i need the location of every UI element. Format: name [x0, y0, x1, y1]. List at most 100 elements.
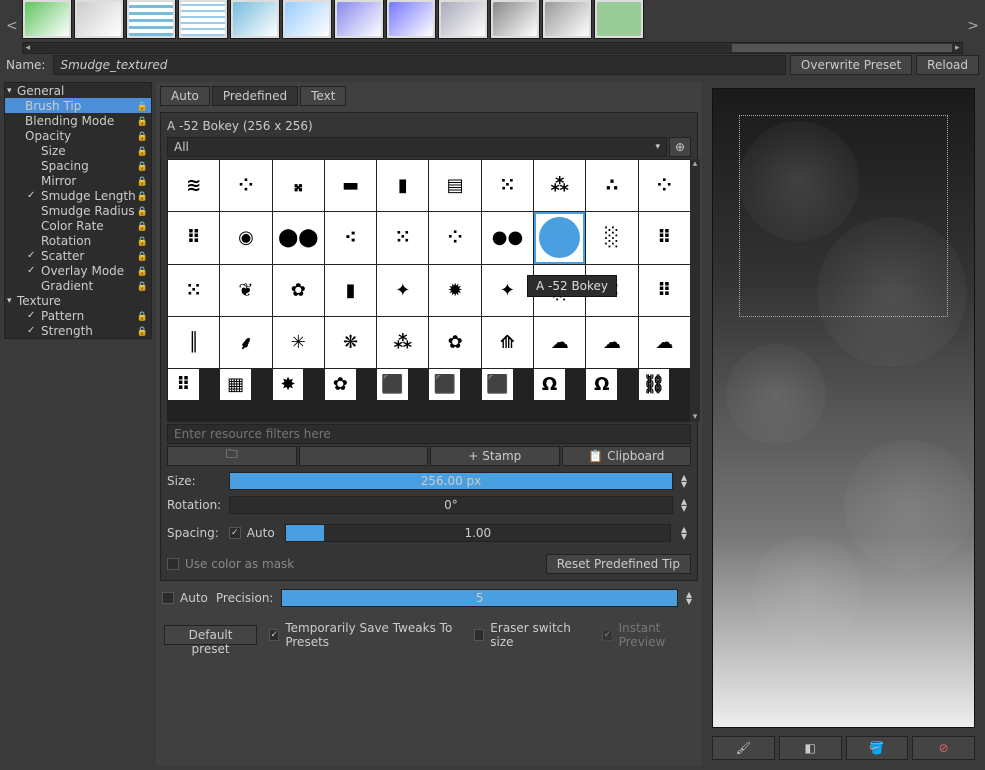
preset-thumb[interactable] — [542, 0, 592, 39]
brush-tip-cell[interactable]: ⠿ — [639, 265, 690, 316]
default-preset-button[interactable]: Default preset — [164, 625, 257, 645]
brush-tip-cell[interactable]: ⁖ — [325, 212, 376, 263]
brush-tip-cell[interactable]: ⁙ — [586, 265, 637, 316]
scroll-left-icon[interactable]: ◂ — [23, 43, 33, 53]
brush-tip-cell[interactable]: ⬛ — [482, 369, 513, 400]
brush-tip-cell[interactable]: ☁ — [534, 317, 585, 368]
brush-tip-cell[interactable]: ●● — [482, 212, 533, 263]
sidebar-item-rotation[interactable]: Rotation🔒 — [5, 233, 151, 248]
clipboard-button[interactable]: 📋Clipboard — [562, 446, 692, 466]
use-color-mask-check[interactable]: Use color as mask — [167, 557, 294, 571]
reload-button[interactable]: Reload — [916, 55, 979, 75]
brush-tip-cell[interactable]: ✿ — [429, 317, 480, 368]
brush-tip-cell[interactable]: ✦ — [482, 265, 533, 316]
grid-scrollbar[interactable]: ▴ ▾ — [690, 159, 700, 422]
sidebar-item-overlay-mode[interactable]: Overlay Mode🔒 — [5, 263, 151, 278]
scroll-up-icon[interactable]: ▴ — [690, 159, 700, 169]
preset-thumb[interactable] — [386, 0, 436, 39]
precision-slider[interactable]: 5 — [281, 589, 678, 607]
sidebar-item-mirror[interactable]: Mirror🔒 — [5, 173, 151, 188]
preset-scrollbar[interactable]: ◂ ▸ — [22, 42, 964, 54]
spacing-auto-check[interactable]: Auto — [229, 526, 275, 540]
spacing-slider[interactable]: 1.00 — [285, 524, 671, 542]
brush-tip-cell[interactable]: ⁘ — [429, 212, 480, 263]
brush-tip-cell[interactable]: ✿ — [325, 369, 356, 400]
brush-tip-cell[interactable]: ░ — [534, 265, 585, 316]
brush-tip-cell[interactable]: ║ — [168, 317, 219, 368]
brush-tip-cell[interactable]: ✿ — [273, 265, 324, 316]
temp-save-check[interactable]: Temporarily Save Tweaks To Presets — [269, 621, 462, 649]
sidebar-item-spacing[interactable]: Spacing🔒 — [5, 158, 151, 173]
brush-tip-cell[interactable]: ⁘ — [639, 160, 690, 211]
brush-tip-cell[interactable]: ⁂ — [377, 317, 428, 368]
overwrite-preset-button[interactable]: Overwrite Preset — [790, 55, 912, 75]
spacing-spinner[interactable]: ▴▾ — [681, 526, 691, 540]
sidebar-item-opacity[interactable]: Opacity🔒 — [5, 128, 151, 143]
brush-tip-cell[interactable]: ▤ — [429, 160, 480, 211]
brush-tip-cell[interactable]: 𝄪 — [273, 160, 324, 211]
preset-thumb[interactable] — [230, 0, 280, 39]
stamp-button[interactable]: +Stamp — [430, 446, 560, 466]
brush-tip-cell[interactable]: ◉ — [220, 212, 271, 263]
reset-predefined-tip-button[interactable]: Reset Predefined Tip — [546, 554, 691, 574]
preset-thumb[interactable] — [282, 0, 332, 39]
sidebar-item-color-rate[interactable]: Color Rate🔒 — [5, 218, 151, 233]
next-preset-button[interactable]: > — [967, 18, 979, 34]
sidebar-item-brush-tip[interactable]: Brush Tip🔒 — [5, 98, 151, 113]
scroll-track[interactable] — [690, 169, 700, 412]
sidebar-item-blending-mode[interactable]: Blending Mode🔒 — [5, 113, 151, 128]
brush-tip-cell[interactable]: ≋ — [168, 160, 219, 211]
brush-tip-cell[interactable]: ⁂ — [534, 160, 585, 211]
tab-auto[interactable]: Auto — [160, 86, 210, 106]
size-slider[interactable]: 256.00 px — [229, 472, 673, 490]
scroll-thumb[interactable] — [732, 44, 952, 52]
tab-text[interactable]: Text — [300, 86, 346, 106]
sidebar-item-scatter[interactable]: Scatter🔒 — [5, 248, 151, 263]
brush-tip-cell[interactable]: ❋ — [325, 317, 376, 368]
clear-button[interactable]: ⊘ — [912, 736, 975, 760]
brush-tip-cell[interactable]: ▦ — [220, 369, 251, 400]
rotation-spinner[interactable]: ▴▾ — [681, 498, 691, 512]
brush-tip-cell[interactable]: ▬ — [325, 160, 376, 211]
scroll-down-icon[interactable]: ▾ — [690, 412, 700, 422]
resource-filter-input[interactable] — [167, 424, 691, 444]
brush-tip-cell[interactable]: ⠿ — [168, 369, 199, 400]
scroll-track[interactable] — [33, 43, 953, 53]
brush-tip-cell[interactable]: ⟰ — [482, 317, 533, 368]
add-tag-button[interactable]: ⊕ — [669, 137, 691, 157]
brush-tip-cell[interactable]: ⬛ — [377, 369, 408, 400]
precision-spinner[interactable]: ▴▾ — [686, 591, 696, 605]
brush-tip-cell[interactable]: ☁ — [639, 317, 690, 368]
size-spinner[interactable]: ▴▾ — [681, 474, 691, 488]
brush-tip-cell[interactable]: ⠿ — [168, 212, 219, 263]
brush-tip-cell[interactable]: ▮ — [325, 265, 376, 316]
preset-thumb[interactable] — [178, 0, 228, 39]
scroll-right-icon[interactable]: ▸ — [952, 43, 962, 53]
brush-tip-cell[interactable]: ⁙ — [168, 265, 219, 316]
brush-tip-cell[interactable]: ✹ — [429, 265, 480, 316]
brush-tip-cell[interactable]: ⁘ — [220, 160, 271, 211]
preset-thumb[interactable] — [126, 0, 176, 39]
preset-name-input[interactable] — [53, 55, 785, 75]
brush-tip-cell[interactable]: Ω — [534, 369, 565, 400]
eraser-switch-check[interactable]: Eraser switch size — [474, 621, 578, 649]
fill-bucket-button[interactable]: 🪣 — [846, 736, 909, 760]
preset-thumb[interactable] — [490, 0, 540, 39]
fill-gradient-button[interactable]: 🖌 — [712, 736, 775, 760]
prev-preset-button[interactable]: < — [6, 18, 18, 34]
tab-predefined[interactable]: Predefined — [212, 86, 298, 106]
preset-thumb[interactable] — [438, 0, 488, 39]
brush-tip-cell[interactable]: ⛓ — [639, 369, 670, 400]
brush-tip-cell[interactable]: Ω — [586, 369, 617, 400]
instant-preview-check[interactable]: Instant Preview — [602, 621, 694, 649]
brush-tip-cell[interactable]: ⁙ — [377, 212, 428, 263]
rotation-slider[interactable]: 0° — [229, 496, 673, 514]
sidebar-item-strength[interactable]: Strength🔒 — [5, 323, 151, 338]
brush-tip-cell[interactable]: ⁙ — [482, 160, 533, 211]
brush-tip-cell[interactable]: ⬛ — [429, 369, 460, 400]
brush-tip-cell[interactable]: ✸ — [273, 369, 304, 400]
brush-tip-cell[interactable]: ✦ — [377, 265, 428, 316]
brush-tip-cell[interactable]: ☁ — [586, 317, 637, 368]
sidebar-item-gradient[interactable]: Gradient🔒 — [5, 278, 151, 293]
brush-tip-cell[interactable]: ░ — [586, 212, 637, 263]
